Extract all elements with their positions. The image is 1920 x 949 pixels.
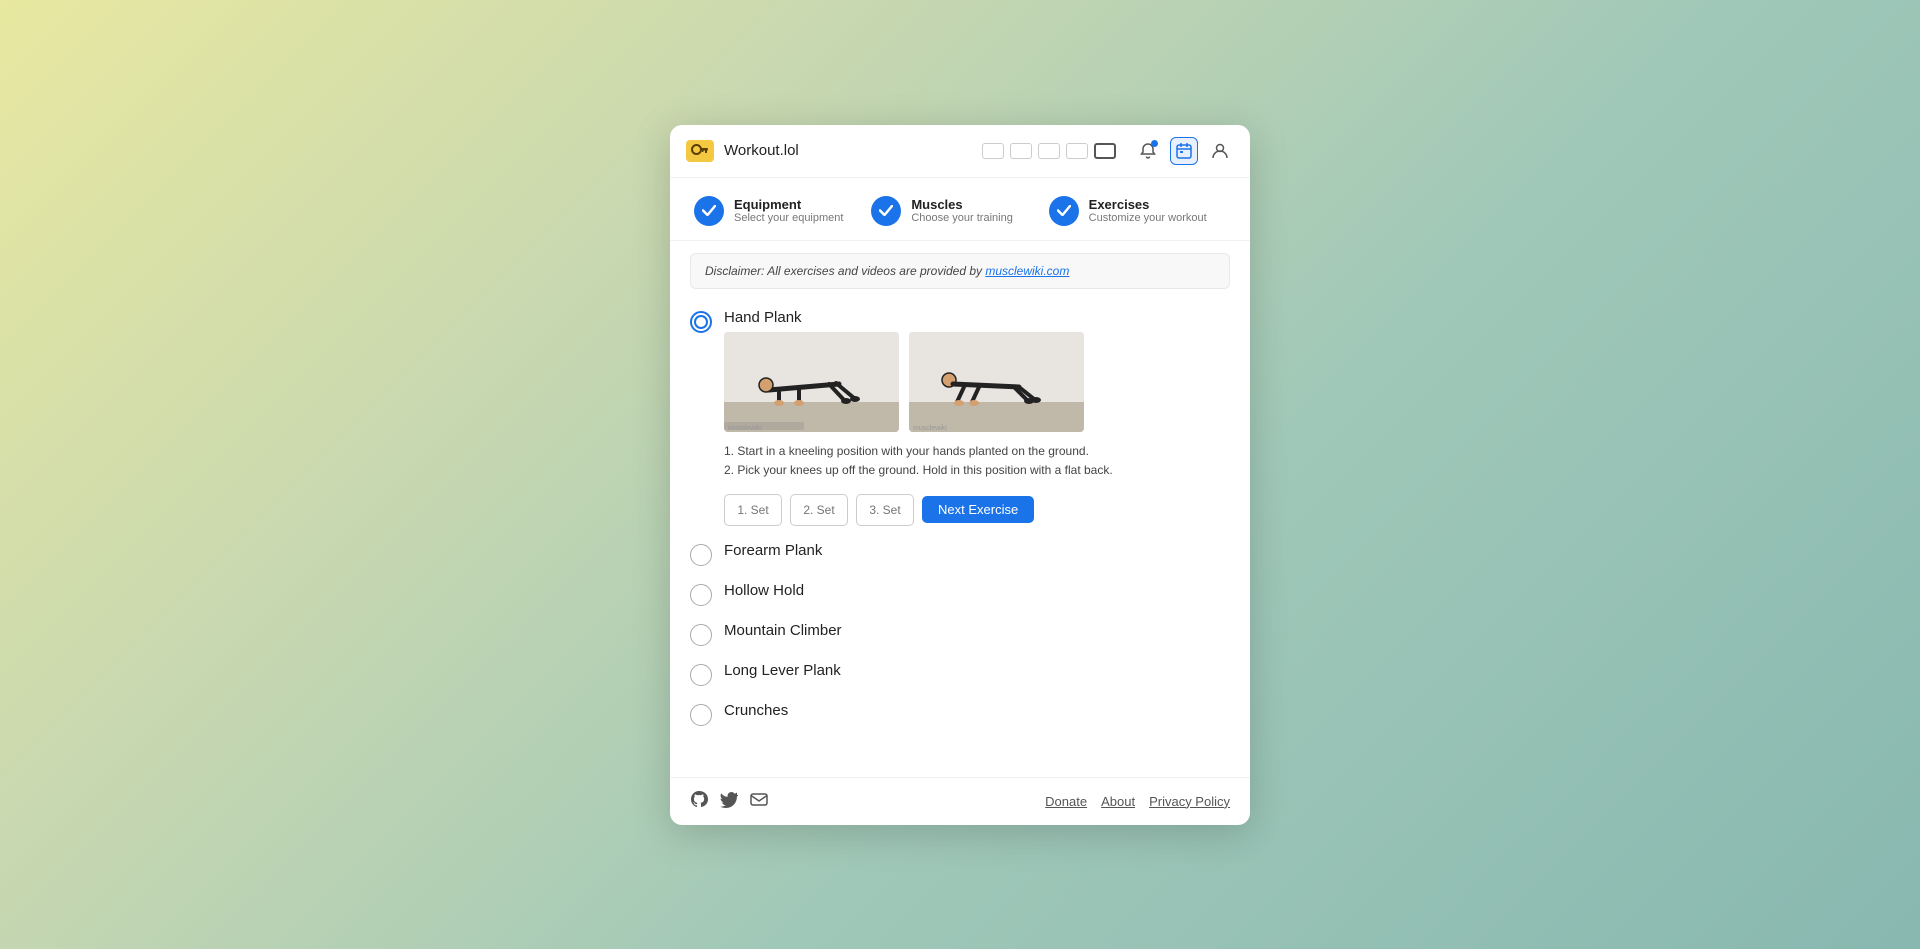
window-controls xyxy=(982,143,1116,159)
exercise-mountain-climber: Mountain Climber xyxy=(690,614,1230,654)
window-btn-2[interactable] xyxy=(1010,143,1032,159)
step-text-exercises: Exercises Customize your workout xyxy=(1089,197,1207,224)
svg-text:musclewiki: musclewiki xyxy=(728,425,762,432)
musclewiki-link[interactable]: musclewiki.com xyxy=(985,264,1069,278)
step-text-muscles: Muscles Choose your training xyxy=(911,197,1013,224)
footer: Donate About Privacy Policy xyxy=(670,777,1250,825)
exercise-forearm-plank: Forearm Plank xyxy=(690,534,1230,574)
set-input-2[interactable] xyxy=(790,494,848,526)
exercise-content-hand-plank: Hand Plank xyxy=(724,309,1230,526)
exercise-hollow-hold: Hollow Hold xyxy=(690,574,1230,614)
exercise-radio-hand-plank[interactable] xyxy=(690,311,712,333)
twitter-icon[interactable] xyxy=(720,790,738,813)
step-text-equipment: Equipment Select your equipment xyxy=(734,197,843,224)
exercise-name-forearm-plank: Forearm Plank xyxy=(724,542,1230,559)
exercise-expanded-hand-plank: musclewiki xyxy=(724,332,1230,526)
exercise-name-crunches: Crunches xyxy=(724,702,1230,719)
sets-row: Next Exercise xyxy=(724,494,1230,526)
exercise-radio-mountain-climber[interactable] xyxy=(690,624,712,646)
exercise-content-crunches: Crunches xyxy=(724,702,1230,725)
window-btn-3[interactable] xyxy=(1038,143,1060,159)
notification-dot xyxy=(1151,140,1158,147)
app-title: Workout.lol xyxy=(724,142,972,159)
step-check-exercises xyxy=(1049,196,1079,226)
step-check-equipment xyxy=(694,196,724,226)
exercise-name-mountain-climber: Mountain Climber xyxy=(724,622,1230,639)
exercise-img-2: musclewiki xyxy=(909,332,1084,432)
exercise-hand-plank: Hand Plank xyxy=(690,301,1230,534)
exercise-content-long-lever-plank: Long Lever Plank xyxy=(724,662,1230,685)
footer-links: Donate About Privacy Policy xyxy=(1045,794,1230,809)
exercise-name-hollow-hold: Hollow Hold xyxy=(724,582,1230,599)
window-btn-5[interactable] xyxy=(1094,143,1116,159)
set-input-1[interactable] xyxy=(724,494,782,526)
exercise-crunches: Crunches xyxy=(690,694,1230,734)
exercise-img-1: musclewiki xyxy=(724,332,899,432)
title-bar: Workout.lol xyxy=(670,125,1250,178)
svg-text:musclewiki: musclewiki xyxy=(913,425,947,432)
exercise-long-lever-plank: Long Lever Plank xyxy=(690,654,1230,694)
footer-icons xyxy=(690,790,1031,813)
notification-icon[interactable] xyxy=(1134,137,1162,165)
disclaimer-banner: Disclaimer: All exercises and videos are… xyxy=(690,253,1230,289)
window-btn-4[interactable] xyxy=(1066,143,1088,159)
exercise-images-hand-plank: musclewiki xyxy=(724,332,1230,432)
exercise-content-hollow-hold: Hollow Hold xyxy=(724,582,1230,605)
github-icon[interactable] xyxy=(690,790,708,813)
steps-bar: Equipment Select your equipment Muscles … xyxy=(670,178,1250,241)
app-logo xyxy=(686,140,714,162)
exercise-name-hand-plank: Hand Plank xyxy=(724,309,1230,326)
exercise-list: Hand Plank xyxy=(670,301,1250,777)
window-btn-1[interactable] xyxy=(982,143,1004,159)
exercise-name-long-lever-plank: Long Lever Plank xyxy=(724,662,1230,679)
set-input-3[interactable] xyxy=(856,494,914,526)
donate-link[interactable]: Donate xyxy=(1045,794,1087,809)
exercise-radio-crunches[interactable] xyxy=(690,704,712,726)
exercise-content-forearm-plank: Forearm Plank xyxy=(724,542,1230,565)
nav-icons xyxy=(1134,137,1234,165)
step-check-muscles xyxy=(871,196,901,226)
exercise-content-mountain-climber: Mountain Climber xyxy=(724,622,1230,645)
privacy-policy-link[interactable]: Privacy Policy xyxy=(1149,794,1230,809)
step-muscles[interactable]: Muscles Choose your training xyxy=(871,196,1048,226)
step-equipment[interactable]: Equipment Select your equipment xyxy=(694,196,871,226)
next-exercise-button[interactable]: Next Exercise xyxy=(922,496,1034,523)
exercise-radio-forearm-plank[interactable] xyxy=(690,544,712,566)
profile-icon[interactable] xyxy=(1206,137,1234,165)
exercise-instructions: 1. Start in a kneeling position with you… xyxy=(724,442,1230,480)
calendar-icon[interactable] xyxy=(1170,137,1198,165)
exercise-radio-hollow-hold[interactable] xyxy=(690,584,712,606)
exercise-radio-long-lever-plank[interactable] xyxy=(690,664,712,686)
email-icon[interactable] xyxy=(750,790,768,813)
step-exercises[interactable]: Exercises Customize your workout xyxy=(1049,196,1226,226)
about-link[interactable]: About xyxy=(1101,794,1135,809)
